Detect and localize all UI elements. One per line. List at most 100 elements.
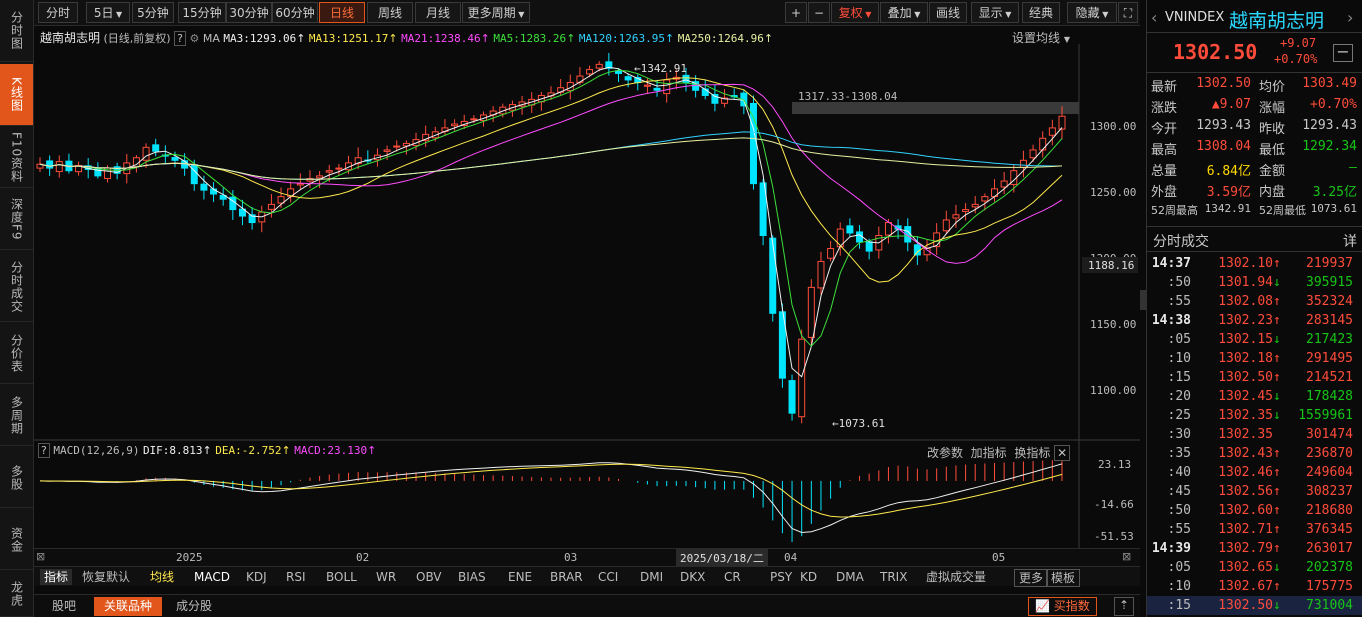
hide-button[interactable]: 隐藏 ▼: [1067, 2, 1117, 23]
tick-row: 14:39 1302.79 ↑ 263017: [1147, 539, 1362, 558]
tab-ticks[interactable]: 分时成交: [0, 252, 33, 322]
kline-chart[interactable]: 1300.00 1250.00 1200.00 1150.00 1100.00 …: [34, 44, 1140, 566]
tick-price: 1302.65: [1218, 560, 1273, 575]
quote-value: +0.70%: [1310, 97, 1357, 112]
candle-body: [846, 225, 854, 234]
candle-body: [383, 149, 391, 152]
overlay-button[interactable]: 叠加 ▼: [880, 2, 928, 23]
macd-group: [39, 460, 1063, 542]
tab-multi-stock[interactable]: 多股: [0, 448, 33, 508]
indicator-3[interactable]: MACD: [194, 569, 230, 585]
period-intraday[interactable]: 分时: [38, 2, 78, 23]
tick-price: 1302.45: [1218, 389, 1273, 404]
arrow-up-icon: ↑: [1273, 351, 1281, 366]
arrow-up-icon: ↑: [1273, 579, 1281, 594]
cursor-date: 2025/03/18/二: [676, 549, 768, 567]
quote-value: 1293.43: [1196, 118, 1251, 133]
chevron-down-icon: ▼: [1002, 10, 1012, 19]
tab-forum[interactable]: 股吧: [42, 597, 86, 616]
indicator-11[interactable]: BRAR: [550, 569, 583, 585]
period-daily[interactable]: 日线: [319, 2, 365, 23]
indicator-6[interactable]: BOLL: [326, 569, 357, 585]
expand-icon[interactable]: ⇡: [1114, 597, 1134, 616]
tab-related[interactable]: 关联品种: [94, 597, 163, 616]
period-30min[interactable]: 30分钟: [226, 2, 272, 23]
tab-kline[interactable]: K线图: [0, 64, 33, 126]
candle-body: [1058, 115, 1066, 130]
chevron-right-icon[interactable]: ›: [1347, 8, 1353, 27]
arrow-up-icon: ↑: [1273, 294, 1281, 309]
indicator-21[interactable]: 更多: [1014, 569, 1049, 587]
indicator-10[interactable]: ENE: [508, 569, 532, 585]
chevron-left-icon[interactable]: ‹: [1151, 8, 1157, 27]
arrow-up-icon: ↑: [1273, 503, 1281, 518]
indicator-19[interactable]: TRIX: [880, 569, 907, 585]
period-5day[interactable]: 5日 ▼: [86, 2, 130, 23]
switch-indicator-button[interactable]: 换指标: [1014, 446, 1050, 460]
help-icon[interactable]: ?: [38, 443, 50, 458]
indicator-1[interactable]: 恢复默认: [82, 569, 130, 585]
classic-button[interactable]: 经典: [1022, 2, 1060, 23]
buy-index-button[interactable]: 📈 买指数: [1028, 597, 1097, 616]
arrow-up-icon: ↑: [367, 444, 377, 457]
indicator-20[interactable]: 虚拟成交量: [926, 569, 986, 585]
indicator-16[interactable]: PSY: [770, 569, 792, 585]
price-tick: 1250.00: [1090, 186, 1136, 199]
period-5min[interactable]: 5分钟: [132, 2, 174, 23]
tab-price-table[interactable]: 分价表: [0, 324, 33, 384]
add-indicator-button[interactable]: 加指标: [971, 446, 1007, 460]
tick-time: :50: [1167, 275, 1191, 290]
scroll-right-icon[interactable]: ⊠: [1122, 550, 1131, 563]
period-more[interactable]: 更多周期 ▼: [462, 2, 530, 23]
tab-capital[interactable]: 资金: [0, 510, 33, 570]
scroll-left-icon[interactable]: ⊠: [36, 550, 45, 563]
indicator-9[interactable]: BIAS: [458, 569, 486, 585]
period-monthly[interactable]: 月线: [415, 2, 461, 23]
minus-icon[interactable]: −: [1333, 44, 1353, 62]
candle-body: [798, 338, 806, 418]
tick-row: 14:37 1302.10 ↑ 219937: [1147, 254, 1362, 273]
indicator-12[interactable]: CCI: [598, 569, 618, 585]
date-tick: 2025: [176, 551, 203, 564]
period-60min[interactable]: 60分钟: [272, 2, 318, 23]
candle-body: [55, 161, 63, 173]
indicator-15[interactable]: CR: [724, 569, 741, 585]
indicator-5[interactable]: RSI: [286, 569, 306, 585]
price-tick: 1100.00: [1090, 384, 1136, 397]
indicator-17[interactable]: KD: [800, 569, 817, 585]
indicator-2[interactable]: 均线: [150, 569, 174, 585]
tab-dragon-tiger[interactable]: 龙虎: [0, 572, 33, 617]
tab-f10[interactable]: F10资料: [0, 128, 33, 188]
change-pct: +0.70%: [1274, 52, 1318, 66]
candle-body: [595, 63, 603, 69]
draw-button[interactable]: 画线: [929, 2, 967, 23]
indicator-13[interactable]: DMI: [640, 569, 663, 585]
indicator-18[interactable]: DMA: [836, 569, 864, 585]
indicator-8[interactable]: OBV: [416, 569, 442, 585]
panel-collapse-handle[interactable]: [1140, 290, 1146, 310]
indicator-4[interactable]: KDJ: [246, 569, 267, 585]
tick-time: 14:37: [1151, 256, 1191, 271]
tab-depth[interactable]: 深度F9: [0, 190, 33, 250]
period-weekly[interactable]: 周线: [367, 2, 413, 23]
tick-volume: 178428: [1306, 389, 1353, 404]
ticks-detail-link[interactable]: 详: [1343, 231, 1357, 251]
fullscreen-icon[interactable]: ⛶: [1118, 2, 1138, 23]
period-15min[interactable]: 15分钟: [178, 2, 226, 23]
display-button[interactable]: 显示 ▼: [971, 2, 1019, 23]
tab-intraday[interactable]: 分时图: [0, 0, 33, 62]
indicator-0[interactable]: 指标: [40, 569, 73, 585]
tab-multi-period[interactable]: 多周期: [0, 386, 33, 446]
zoom-in-button[interactable]: +: [785, 2, 807, 23]
close-icon[interactable]: ✕: [1054, 445, 1071, 461]
tick-row: :05 1302.65 ↓ 202378: [1147, 558, 1362, 577]
tab-constituents[interactable]: 成分股: [166, 597, 222, 616]
indicator-22[interactable]: 模板: [1046, 569, 1081, 587]
indicator-14[interactable]: DKX: [680, 569, 705, 585]
index-code: VNINDEX: [1165, 10, 1225, 25]
tick-price: 1302.56: [1218, 484, 1273, 499]
indicator-7[interactable]: WR: [376, 569, 396, 585]
zoom-out-button[interactable]: −: [808, 2, 830, 23]
adjust-button[interactable]: 复权 ▼: [831, 2, 879, 23]
change-params-button[interactable]: 改参数: [927, 446, 963, 460]
